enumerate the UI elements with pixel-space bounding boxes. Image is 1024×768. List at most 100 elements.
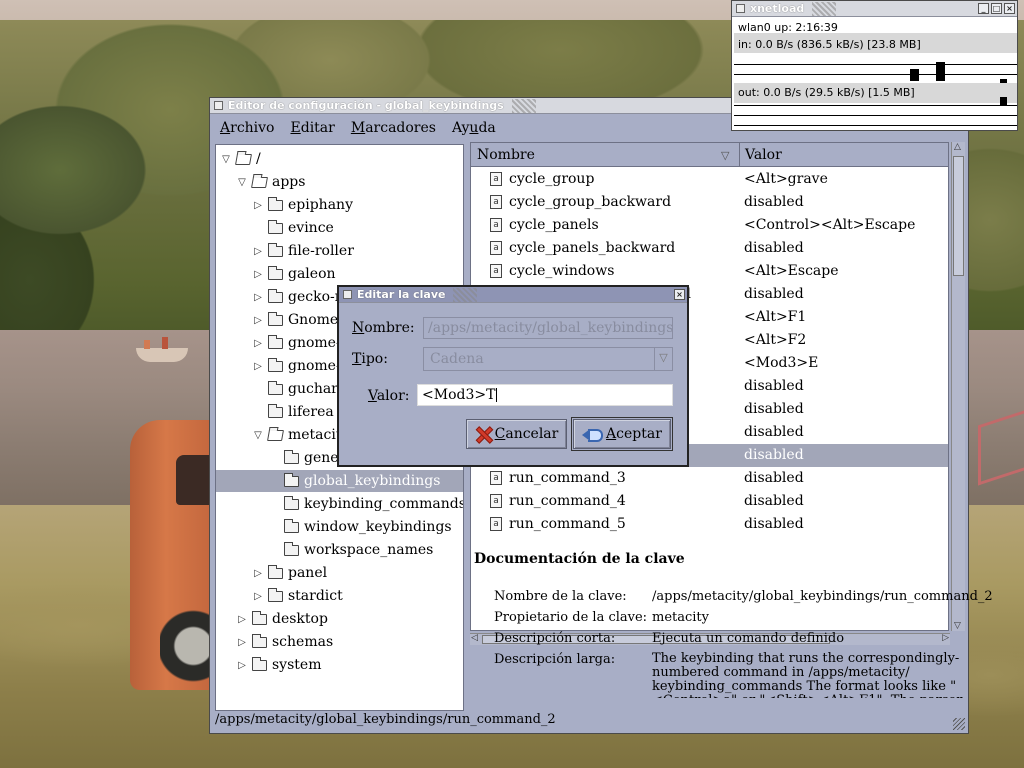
menu-editar[interactable]: Editar [285, 118, 341, 140]
key-row[interactable]: a run_command_3 disabled [471, 467, 948, 490]
key-name: run_command_3 [509, 470, 626, 486]
expander-closed-icon[interactable]: ▷ [236, 636, 248, 648]
string-key-icon: a [490, 494, 502, 508]
key-row[interactable]: a cycle_group_backward disabled [471, 191, 948, 214]
key-row[interactable]: a run_command_4 disabled [471, 490, 948, 513]
tree-item-label: epiphany [288, 197, 353, 213]
tree-item[interactable]: workspace_names [216, 539, 463, 561]
doc-key-name-value: /apps/metacity/global_keybindings/run_co… [652, 589, 993, 604]
scroll-down-icon[interactable]: ▽ [954, 621, 961, 631]
edit-key-dialog: Editar la clave × Nombre: /apps/metacity… [337, 285, 689, 467]
tree-item-label: file-roller [288, 243, 354, 259]
doc-long-value: The keybinding that runs the correspondi… [652, 652, 962, 698]
menu-archivo[interactable]: Archivo [214, 118, 281, 140]
tree-item[interactable]: ▷ system [216, 654, 463, 676]
tree-item[interactable]: ▽ apps [216, 171, 463, 193]
scroll-thumb[interactable] [953, 156, 964, 276]
expander-closed-icon[interactable]: ▷ [252, 268, 264, 280]
column-header-name[interactable]: Nombre ▽ [471, 143, 740, 167]
doc-short-value: Ejecuta un comando definido [652, 631, 845, 646]
doc-short-label: Descripción corta: [494, 631, 616, 646]
tree-item[interactable]: evince [216, 217, 463, 239]
scroll-up-icon[interactable]: △ [954, 142, 961, 152]
expander-closed-icon[interactable]: ▷ [252, 360, 264, 372]
expander-closed-icon[interactable]: ▷ [252, 291, 264, 303]
folder-icon [268, 403, 283, 418]
tree-item[interactable]: ▷ file-roller [216, 240, 463, 262]
close-button[interactable]: × [1004, 3, 1015, 14]
expander-closed-icon[interactable]: ▷ [252, 245, 264, 257]
key-value: disabled [744, 240, 804, 256]
key-name: cycle_panels [509, 217, 599, 233]
maximize-button[interactable]: □ [991, 3, 1002, 14]
tree-item[interactable]: ▷ schemas [216, 631, 463, 653]
key-row[interactable]: a run_command_5 disabled [471, 513, 948, 536]
string-key-icon: a [490, 195, 502, 209]
folder-icon [268, 242, 283, 257]
tree-item-label: window_keybindings [304, 519, 452, 535]
folder-icon [268, 564, 283, 579]
tree-item-label: stardict [288, 588, 343, 604]
scroll-left-icon[interactable]: ◁ [471, 633, 478, 643]
key-row[interactable]: a cycle_panels_backward disabled [471, 237, 948, 260]
expander-open-icon[interactable]: ▽ [236, 176, 248, 188]
xnetload-titlebar[interactable]: xnetload _ □ × [732, 1, 1017, 17]
key-row[interactable]: a cycle_group <Alt>grave [471, 168, 948, 191]
menu-marcadores[interactable]: Marcadores [345, 118, 442, 140]
value-input[interactable]: <Mod3>T [417, 384, 673, 406]
minimize-button[interactable]: _ [978, 3, 989, 14]
tree-item[interactable]: ▷ galeon [216, 263, 463, 285]
menu-ayuda[interactable]: Ayuda [446, 118, 502, 140]
expander-closed-icon[interactable]: ▷ [236, 613, 248, 625]
expander-closed-icon[interactable]: ▷ [236, 659, 248, 671]
dialog-titlebar[interactable]: Editar la clave × [339, 287, 687, 303]
key-name: run_command_5 [509, 516, 626, 532]
window-menu-icon[interactable] [214, 101, 223, 110]
key-value: disabled [744, 447, 804, 463]
tree-item[interactable]: ▷ panel [216, 562, 463, 584]
folder-icon [284, 518, 299, 533]
expander-open-icon[interactable]: ▽ [220, 153, 232, 165]
key-value: <Control><Alt>Escape [744, 217, 916, 233]
key-name: cycle_panels_backward [509, 240, 676, 256]
key-row[interactable]: a cycle_panels <Control><Alt>Escape [471, 214, 948, 237]
tree-item[interactable]: ▷ desktop [216, 608, 463, 630]
expander-closed-icon[interactable]: ▷ [252, 337, 264, 349]
ok-button[interactable]: Aceptar [571, 417, 673, 451]
tree-item[interactable]: keybinding_commands [216, 493, 463, 515]
close-button[interactable]: × [674, 289, 685, 300]
tree-item[interactable]: ▷ epiphany [216, 194, 463, 216]
folder-icon [268, 288, 283, 303]
list-vertical-scrollbar[interactable]: △ ▽ [951, 142, 965, 631]
key-value: <Alt>Escape [744, 263, 839, 279]
string-key-icon: a [490, 218, 502, 232]
expander-open-icon[interactable]: ▽ [252, 429, 264, 441]
folder-icon [268, 265, 283, 280]
window-menu-icon[interactable] [343, 290, 352, 299]
tree-item[interactable]: ▷ stardict [216, 585, 463, 607]
expander-closed-icon[interactable]: ▷ [252, 199, 264, 211]
folder-icon [252, 633, 267, 648]
tree-item[interactable]: window_keybindings [216, 516, 463, 538]
key-row[interactable]: a cycle_windows <Alt>Escape [471, 260, 948, 283]
folder-icon [284, 541, 299, 556]
column-header-value[interactable]: Valor [741, 143, 786, 167]
window-menu-icon[interactable] [736, 4, 745, 13]
cancel-button[interactable]: Cancelar [466, 419, 567, 449]
xnetload-title: xnetload [750, 2, 805, 15]
tree-item-label: liferea [288, 404, 334, 420]
scroll-right-icon[interactable]: ▷ [942, 633, 949, 643]
tree-item[interactable]: global_keybindings [216, 470, 463, 492]
string-key-icon: a [490, 264, 502, 278]
xnet-out: out: 0.0 B/s (29.5 kB/s) [1.5 MB] [738, 86, 915, 99]
tree-item[interactable]: ▽ / [216, 148, 463, 170]
resize-grip-icon[interactable] [953, 718, 965, 730]
cancel-icon [475, 426, 491, 442]
expander-closed-icon[interactable]: ▷ [252, 567, 264, 579]
expander-closed-icon[interactable]: ▷ [252, 590, 264, 602]
value-label: Valor: [368, 388, 410, 404]
expander-closed-icon[interactable]: ▷ [252, 314, 264, 326]
doc-long-label: Descripción larga: [494, 652, 616, 667]
